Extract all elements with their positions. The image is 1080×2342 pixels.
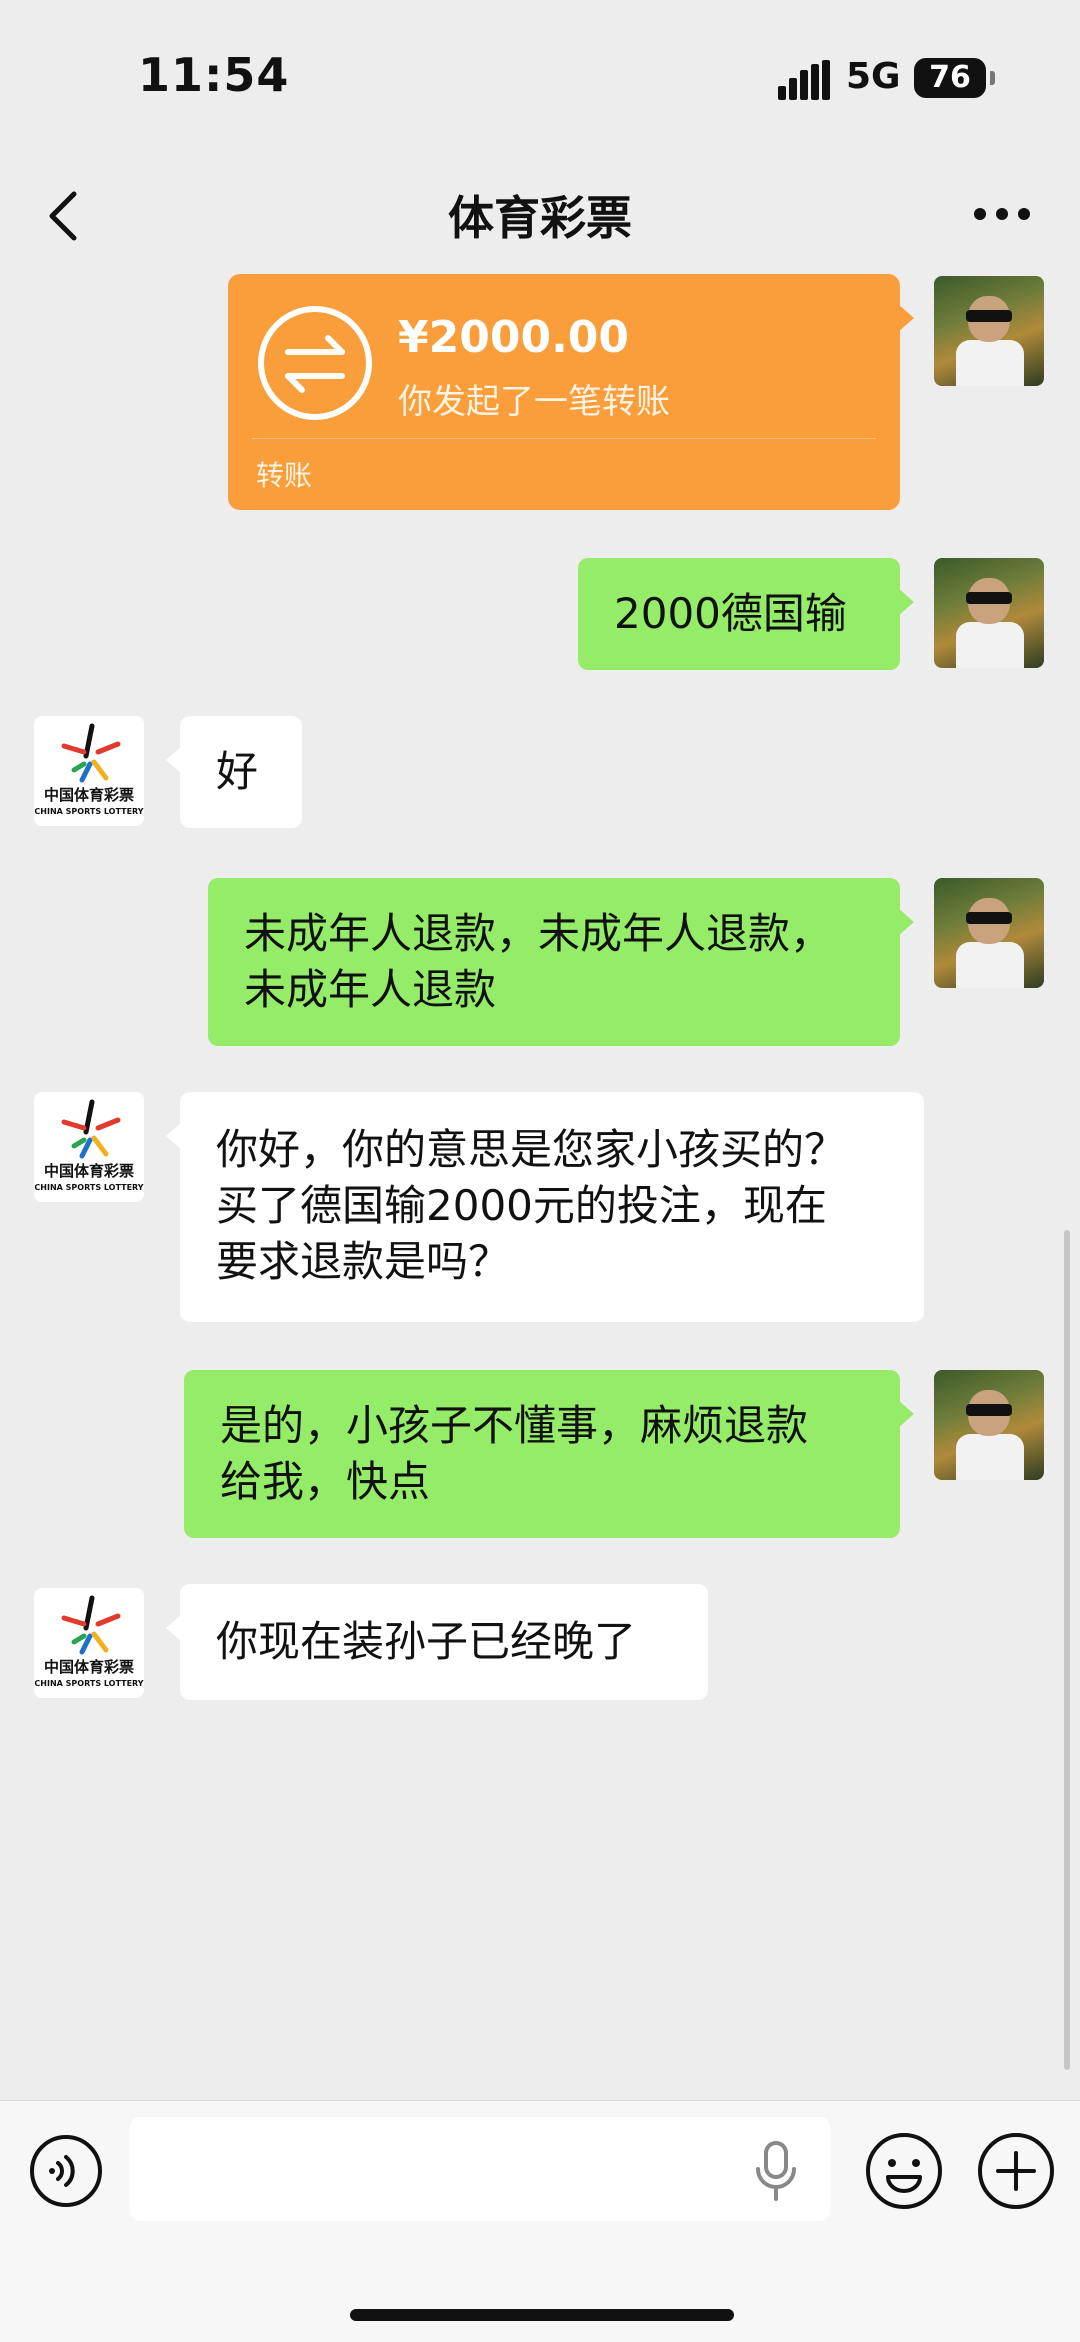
user-avatar[interactable] (934, 276, 1044, 386)
message-bubble-sent[interactable]: 未成年人退款，未成年人退款， 未成年人退款 (208, 878, 914, 1046)
divider (252, 438, 876, 439)
message-line: 你好，你的意思是您家小孩买的？ (216, 1125, 847, 1174)
lottery-logo-icon: 中国体育彩票 CHINA SPORTS LOTTERY (34, 723, 144, 816)
transfer-icon (258, 306, 372, 420)
message-line: 是的，小孩子不懂事，麻烦退款 (220, 1401, 809, 1450)
lottery-logo-en: CHINA SPORTS LOTTERY (34, 1679, 143, 1688)
transfer-card[interactable]: ¥2000.00 你发起了一笔转账 转账 (228, 274, 914, 510)
message-line: 2000德国输 (614, 589, 847, 638)
message-bubble-received[interactable]: 你好，你的意思是您家小孩买的？ 买了德国输2000元的投注，现在 要求退款是吗？ (166, 1092, 924, 1322)
message-input[interactable] (130, 2117, 830, 2221)
home-indicator[interactable] (350, 2309, 734, 2321)
chat-title: 体育彩票 (448, 191, 632, 245)
message-line: 未成年人退款 (244, 965, 497, 1014)
status-bar: 11:54 5G 76 (0, 0, 1080, 160)
signal-icon (778, 60, 830, 100)
message-line: 未成年人退款，未成年人退款， (244, 909, 833, 958)
lottery-logo-cn: 中国体育彩票 (44, 1658, 134, 1676)
lottery-avatar[interactable]: 中国体育彩票 CHINA SPORTS LOTTERY (34, 1588, 144, 1698)
lottery-logo-en: CHINA SPORTS LOTTERY (34, 807, 143, 816)
user-avatar[interactable] (934, 1370, 1044, 1480)
mic-icon[interactable] (754, 2139, 798, 2203)
scrollbar[interactable] (1064, 1230, 1070, 2070)
message-line: 你现在装孙子已经晚了 (216, 1617, 637, 1666)
plus-icon[interactable] (976, 2131, 1056, 2211)
message-line: 给我，快点 (220, 1457, 431, 1506)
input-bar (0, 2100, 1080, 2342)
message-bubble-sent[interactable]: 2000德国输 (578, 558, 914, 670)
lottery-logo-cn: 中国体育彩票 (44, 786, 134, 804)
message-bubble-received[interactable]: 你现在装孙子已经晚了 (166, 1584, 708, 1700)
transfer-description: 你发起了一笔转账 (398, 382, 670, 422)
message-line: 买了德国输2000元的投注，现在 (216, 1181, 827, 1230)
network-type: 5G (846, 56, 901, 97)
nav-bar: 体育彩票 (0, 160, 1080, 270)
lottery-avatar[interactable]: 中国体育彩票 CHINA SPORTS LOTTERY (34, 1092, 144, 1202)
transfer-amount: ¥2000.00 (398, 312, 630, 363)
message-bubble-received[interactable]: 好 (166, 716, 302, 828)
lottery-logo-icon: 中国体育彩票 CHINA SPORTS LOTTERY (34, 1595, 144, 1688)
message-line: 要求退款是吗？ (216, 1237, 511, 1286)
user-avatar[interactable] (934, 558, 1044, 668)
status-time: 11:54 (138, 48, 290, 102)
emoji-icon[interactable] (864, 2131, 944, 2211)
battery-icon: 76 (914, 58, 995, 98)
user-avatar[interactable] (934, 878, 1044, 988)
lottery-avatar[interactable]: 中国体育彩票 CHINA SPORTS LOTTERY (34, 716, 144, 826)
voice-icon[interactable] (28, 2133, 104, 2209)
transfer-label: 转账 (256, 459, 313, 492)
message-line: 好 (216, 747, 259, 796)
message-bubble-sent[interactable]: 是的，小孩子不懂事，麻烦退款 给我，快点 (184, 1370, 914, 1538)
lottery-logo-icon: 中国体育彩票 CHINA SPORTS LOTTERY (34, 1099, 144, 1192)
lottery-logo-cn: 中国体育彩票 (44, 1162, 134, 1180)
lottery-logo-en: CHINA SPORTS LOTTERY (34, 1183, 143, 1192)
more-icon[interactable] (974, 206, 1030, 222)
